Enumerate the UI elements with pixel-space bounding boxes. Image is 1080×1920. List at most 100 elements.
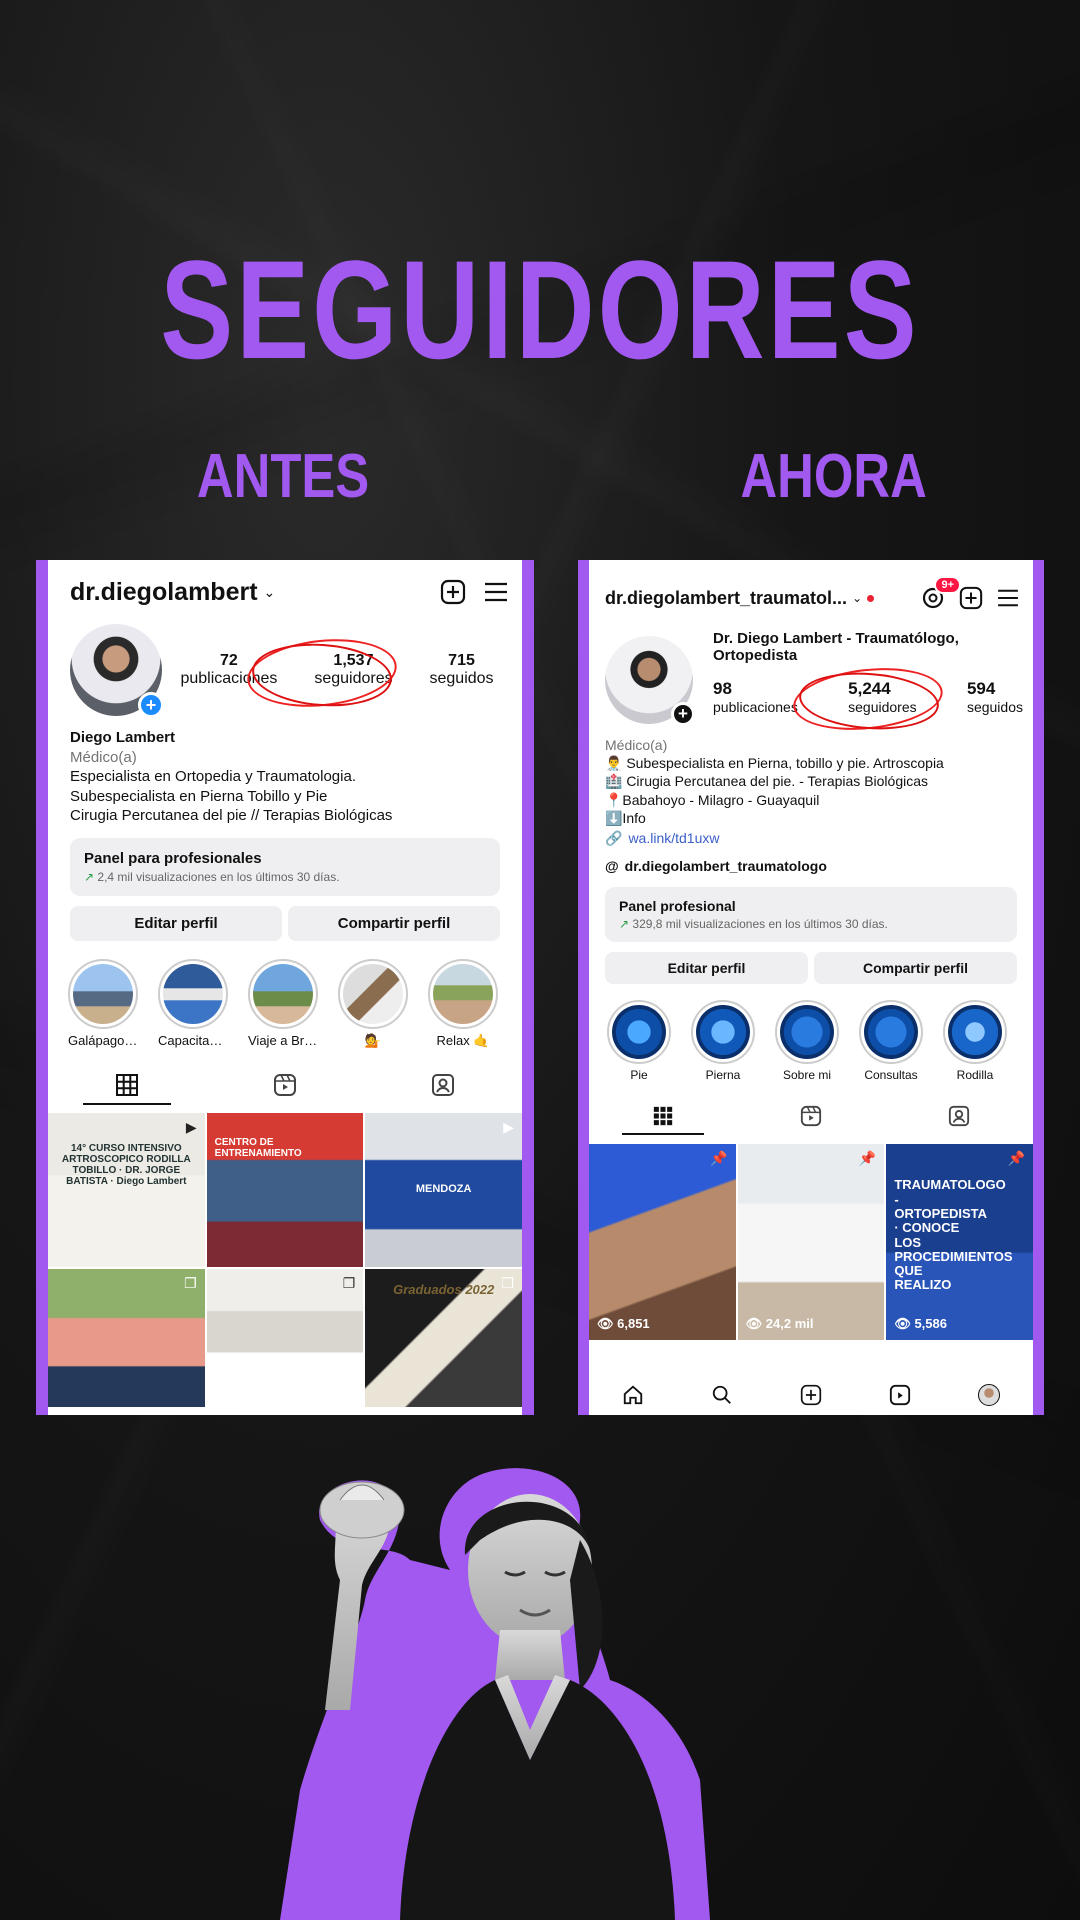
add-story-icon[interactable]: + (671, 702, 695, 726)
post-thumbnail[interactable]: CENTRO DE ENTRENAMIENTO (206, 1112, 364, 1267)
highlight[interactable]: Rodilla (943, 1000, 1007, 1082)
add-content-icon[interactable] (440, 579, 466, 605)
stat-followers[interactable]: 5,244 seguidores (848, 679, 917, 715)
post-thumbnail[interactable]: Graduados 2022 ❐ (365, 1268, 522, 1407)
post-thumbnail[interactable]: 14° CURSO INTENSIVO ARTROSCOPICO RODILLA… (48, 1112, 205, 1267)
stat-following[interactable]: 594 seguidos (967, 679, 1023, 715)
edit-profile-button[interactable]: Editar perfil (70, 905, 282, 941)
bio-line: 🏥 Cirugia Percutanea del pie. - Terapias… (605, 773, 929, 790)
post-thumbnail[interactable]: 📌 👁 24,2 mil (737, 1144, 885, 1341)
stat-followers[interactable]: 1,537 seguidores (314, 652, 392, 688)
add-content-icon[interactable] (959, 586, 983, 610)
profile-stats: 98 publicaciones 5,244 seguidores 594 segui… (713, 660, 1023, 737)
status-dot (867, 594, 875, 602)
edit-profile-button[interactable]: Editar perfil (605, 952, 808, 985)
content-tabs (589, 1098, 1033, 1136)
post-thumbnail[interactable]: ❐ (206, 1268, 364, 1407)
woman-holding-cup-illustration (280, 1468, 710, 1920)
stat-posts[interactable]: 72 publicaciones (180, 652, 277, 688)
chevron-down-icon[interactable]: ⌄ (852, 591, 862, 605)
highlight[interactable]: 💁 (338, 958, 408, 1049)
profile-actions: Editar perfil Compartir perfil (70, 905, 500, 941)
bio-line: Especialista en Ortopedia y Traumatologi… (70, 768, 356, 785)
story-highlights: Pie Pierna Sobre mi Consultas Rodilla (607, 1000, 1033, 1082)
bio-line: 📍Babahoyo - Milagro - Guayaquil (605, 791, 820, 808)
search-icon[interactable] (711, 1384, 733, 1411)
profile-screenshot-before: dr.diegolambert ⌄ + 72 publicaciones 1,53… (36, 560, 534, 1415)
reels-icon (800, 1106, 822, 1127)
bio-line: Subespecialista en Pierna Tobillo y Pie (70, 787, 328, 805)
stat-following[interactable]: 715 seguidos (430, 652, 494, 688)
pin-icon: 📌 (1007, 1150, 1025, 1167)
profile-tab-avatar[interactable] (977, 1383, 1000, 1411)
tab-reels[interactable] (206, 1073, 364, 1097)
trend-up-icon: ↗ (619, 917, 630, 932)
avatar[interactable]: + (605, 636, 695, 726)
highlight[interactable]: Pie (607, 1000, 671, 1082)
post-thumbnail[interactable]: ❐ (48, 1268, 205, 1407)
profile-bio: Médico(a) 👨‍⚕️ Subespecialista en Pierna… (589, 724, 1033, 875)
stat-posts[interactable]: 98 publicaciones (713, 679, 798, 715)
posts-grid: 📌 👁 6,851 📌 👁 24,2 mil 📌 TRAUMATOLOGO - … (589, 1144, 1033, 1341)
threads-badge[interactable]: @ dr.diegolambert_traumatologo (605, 857, 1017, 875)
bio-line: ⬇️Info (605, 809, 646, 826)
pin-icon: 📌 (858, 1150, 877, 1167)
avatar[interactable]: + (70, 624, 164, 718)
reels-icon[interactable] (889, 1384, 911, 1411)
headline: SEGUIDORES (160, 231, 920, 388)
share-profile-button[interactable]: Compartir perfil (288, 905, 500, 941)
professional-dashboard[interactable]: Panel para profesionales ↗ 2,4 mil visua… (70, 837, 500, 896)
highlight[interactable]: Galápagos... (68, 958, 138, 1049)
reel-icon: ▶ (185, 1118, 197, 1135)
notification-badge: 9+ (934, 576, 961, 594)
bio-link[interactable]: 🔗 wa.link/td1uxw (605, 829, 1017, 847)
reel-icon: ▶ (503, 1118, 514, 1135)
tab-grid[interactable] (589, 1105, 737, 1136)
tab-tagged[interactable] (885, 1105, 1033, 1127)
profile-header: + 72 publicaciones 1,537 seguidores 715 seg… (48, 610, 522, 718)
highlight[interactable]: Consultas (859, 1000, 923, 1082)
post-thumbnail[interactable]: 📌 TRAUMATOLOGO - ORTOPEDISTA · CONOCE LO… (886, 1144, 1033, 1341)
posts-grid: 14° CURSO INTENSIVO ARTROSCOPICO RODILLA… (48, 1112, 522, 1407)
home-icon[interactable] (622, 1384, 644, 1411)
menu-icon[interactable] (997, 589, 1019, 607)
tagged-icon (948, 1106, 970, 1127)
chevron-down-icon[interactable]: ⌄ (264, 584, 276, 601)
username[interactable]: dr.diegolambert_traumatol... (605, 588, 847, 609)
tab-reels[interactable] (737, 1105, 885, 1127)
tab-grid[interactable] (48, 1073, 206, 1105)
threads-icon[interactable]: 9+ (921, 576, 961, 610)
grid-icon (116, 1073, 138, 1096)
highlight[interactable]: Viaje a Brasil (248, 958, 318, 1049)
profile-top-bar: dr.diegolambert_traumatol... ⌄ 9+ (589, 560, 1033, 616)
post-thumbnail[interactable]: MENDOZA ▶ (365, 1112, 522, 1267)
highlight[interactable]: Relax 🤙 (428, 958, 498, 1049)
threads-icon: @ (605, 858, 619, 875)
highlight[interactable]: Sobre mi (775, 1000, 839, 1082)
story-highlights: Galápagos... Capacitació... Viaje a Bras… (68, 958, 522, 1049)
profile-summary: Dr. Diego Lambert - Traumatólogo, Ortope… (693, 630, 1023, 737)
tab-tagged[interactable] (364, 1073, 522, 1097)
label-before: ANTES (196, 442, 370, 511)
menu-icon[interactable] (484, 582, 508, 602)
profile-stats: 72 publicaciones 1,537 seguidores 715 segui… (162, 632, 512, 714)
add-story-icon[interactable]: + (138, 692, 164, 718)
reels-icon (274, 1073, 296, 1096)
bio-line: Cirugia Percutanea del pie // Terapias B… (70, 807, 393, 824)
profile-screenshot-after: dr.diegolambert_traumatol... ⌄ 9+ + Dr. … (578, 560, 1044, 1415)
share-profile-button[interactable]: Compartir perfil (814, 952, 1017, 985)
professional-dashboard[interactable]: Panel profesional ↗ 329,8 mil visualizac… (605, 887, 1017, 943)
highlight[interactable]: Pierna (691, 1000, 755, 1082)
post-thumbnail[interactable]: 📌 👁 6,851 (589, 1144, 736, 1341)
carousel-icon: ❐ (342, 1274, 356, 1291)
profile-actions: Editar perfil Compartir perfil (605, 952, 1017, 985)
highlight[interactable]: Capacitació... (158, 958, 228, 1049)
pin-icon: 📌 (710, 1150, 728, 1167)
bottom-navigation (589, 1379, 1033, 1415)
add-content-icon[interactable] (800, 1384, 822, 1411)
profile-header: + Dr. Diego Lambert - Traumatólogo, Orto… (589, 616, 1033, 737)
grid-icon (653, 1107, 673, 1126)
carousel-icon: ❐ (501, 1274, 514, 1291)
username[interactable]: dr.diegolambert (70, 578, 258, 607)
trend-up-icon: ↗ (84, 869, 95, 884)
